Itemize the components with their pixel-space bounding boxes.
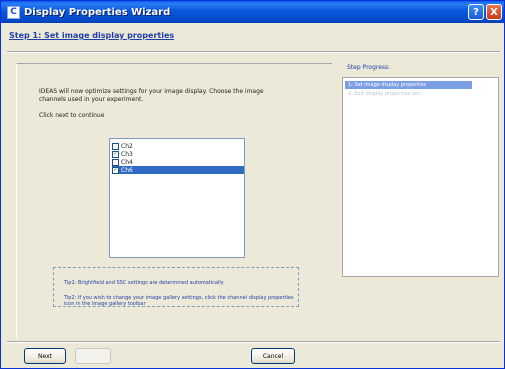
wizard-window: C Display Properties Wizard ? X Step 1: … [0, 0, 505, 369]
app-icon-letter: C [10, 6, 17, 17]
footer-divider-highlight [7, 342, 500, 343]
help-icon: ? [473, 6, 479, 18]
continue-text: Click next to continue [39, 112, 105, 119]
header-divider-highlight [7, 52, 500, 53]
channel-label: Ch6 [121, 166, 133, 174]
channel-listbox[interactable]: Ch2 ✓ Ch3 Ch4 ✓ Ch6 [109, 138, 245, 258]
title-bar[interactable]: C Display Properties Wizard ? X [1, 1, 504, 23]
channel-checkbox[interactable] [112, 158, 119, 166]
channel-label: Ch3 [121, 150, 133, 158]
close-button[interactable]: X [486, 4, 502, 20]
channel-item[interactable]: Ch2 [112, 142, 244, 150]
channel-item[interactable]: ✓ Ch6 [112, 166, 244, 174]
step-progress-title: Step Progress: [347, 64, 391, 71]
channel-item[interactable]: ✓ Ch3 [112, 150, 244, 158]
step-progress-list: 1: Set image display properties 2: Exit … [342, 77, 499, 277]
channel-checkbox[interactable]: ✓ [112, 166, 119, 174]
channel-label: Ch4 [121, 158, 133, 166]
app-icon: C [7, 5, 20, 19]
help-button[interactable]: ? [468, 4, 484, 20]
next-button[interactable]: Next [24, 348, 66, 364]
back-button[interactable] [75, 348, 111, 364]
window-title: Display Properties Wizard [24, 6, 171, 18]
channel-checkbox[interactable]: ✓ [112, 150, 119, 158]
channel-checkbox[interactable] [112, 142, 119, 150]
instructions-text: IDEAS will now optimize settings for you… [39, 88, 264, 103]
close-icon: X [490, 6, 498, 18]
channel-item[interactable]: Ch4 [112, 158, 244, 166]
checkmark-icon: ✓ [112, 150, 119, 157]
checkmark-icon: ✓ [112, 166, 119, 173]
cancel-button[interactable]: Cancel [251, 348, 295, 364]
tip-1: Tip1: Brightfield and SSC settings are d… [64, 280, 224, 286]
tip-2: Tip2: If you wish to change your image g… [64, 295, 294, 307]
progress-item-current: 1: Set image display properties [345, 81, 472, 89]
progress-item-pending: 2: Exit display properties wiz [348, 91, 421, 97]
channel-label: Ch2 [121, 142, 133, 150]
step-header: Step 1: Set image display properties [9, 31, 175, 40]
